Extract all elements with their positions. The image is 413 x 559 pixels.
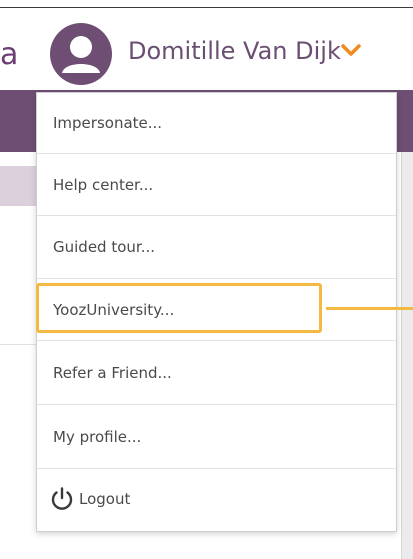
highlight-callout-box — [36, 283, 322, 333]
menu-item-label: Refer a Friend... — [53, 363, 172, 382]
menu-item-help-center[interactable]: Help center... — [37, 154, 396, 216]
user-avatar-icon[interactable] — [50, 23, 112, 85]
menu-item-label: Impersonate... — [53, 114, 163, 132]
background-panel-strip — [0, 166, 38, 206]
menu-item-logout[interactable]: Logout — [37, 469, 396, 529]
menu-item-label: Logout — [79, 490, 131, 508]
menu-item-impersonate[interactable]: Impersonate... — [37, 93, 396, 154]
menu-item-label: Help center... — [53, 175, 154, 194]
chevron-down-icon[interactable] — [340, 42, 362, 58]
menu-item-label: Guided tour... — [53, 238, 155, 256]
menu-item-guided-tour[interactable]: Guided tour... — [37, 216, 396, 279]
header-partial-text: a — [0, 37, 19, 72]
user-name[interactable]: Domitille Van Dijk — [128, 36, 341, 66]
background-divider — [0, 344, 38, 345]
power-icon — [51, 487, 73, 510]
menu-item-my-profile[interactable]: My profile... — [37, 405, 396, 469]
menu-item-refer-a-friend[interactable]: Refer a Friend... — [37, 341, 396, 405]
side-scroll-panel — [401, 152, 413, 559]
menu-item-label: My profile... — [53, 427, 142, 446]
highlight-pointer-line — [326, 307, 413, 310]
